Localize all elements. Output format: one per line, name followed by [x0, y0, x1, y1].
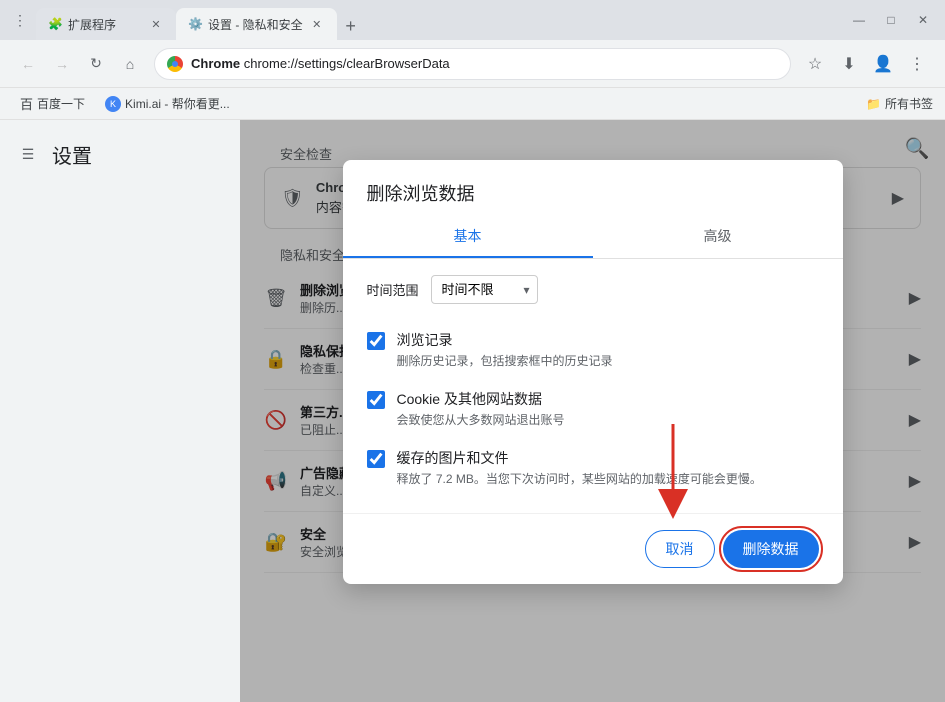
chrome-logo-icon [167, 56, 183, 72]
bookmark-kimi[interactable]: K Kimi.ai - 帮你看更... [97, 91, 238, 116]
checkbox-cookies-content: Cookie 及其他网站数据 会致使您从大多数网站退出账号 [397, 389, 565, 428]
clear-data-dialog: 删除浏览数据 基本 高级 时间范围 过去1小时 [343, 160, 843, 584]
settings-title: 设置 [52, 140, 92, 169]
puzzle-icon: 🧩 [48, 17, 62, 31]
menu-button[interactable]: ☰ [16, 143, 40, 167]
folder-icon: 📁 [866, 97, 881, 111]
red-arrow-indicator [643, 424, 703, 524]
tab-extensions-label: 扩展程序 [68, 16, 142, 33]
time-range-row: 时间范围 过去1小时 过去24小时 过去7天 过去4周 时间不限 [367, 275, 819, 304]
cancel-button[interactable]: 取消 [645, 530, 715, 568]
tab-advanced[interactable]: 高级 [593, 214, 843, 258]
time-range-label: 时间范围 [367, 280, 419, 299]
page-content: ☰ 设置 🔍 安全检查 🛡 Chrom... 内容需... '设置'页面 ▶ [0, 120, 945, 702]
bookmark-star-button[interactable]: ☆ [799, 48, 831, 80]
checkbox-cookies-desc: 会致使您从大多数网站退出账号 [397, 411, 565, 428]
delete-data-button[interactable]: 删除数据 [723, 530, 819, 568]
dialog-tab-bar: 基本 高级 [343, 214, 843, 259]
settings-sidebar: ☰ 设置 [0, 120, 240, 702]
address-text: Chrome chrome://settings/clearBrowserDat… [191, 56, 450, 71]
address-bar-icons: ☆ ⬇ 👤 ⋮ [799, 48, 933, 80]
tab-close-settings[interactable]: ✕ [309, 16, 325, 32]
bookmarks-bar: 百 百度一下 K Kimi.ai - 帮你看更... 📁 所有书签 [0, 88, 945, 120]
checkbox-item-history: 浏览记录 删除历史记录，包括搜索框中的历史记录 [367, 320, 819, 379]
back-button[interactable]: ← [12, 48, 44, 80]
reload-button[interactable]: ↻ [80, 48, 112, 80]
download-button[interactable]: ⬇ [833, 48, 865, 80]
checkbox-history[interactable] [367, 332, 385, 350]
profile-button[interactable]: 👤 [867, 48, 899, 80]
checkbox-cookies[interactable] [367, 391, 385, 409]
checkbox-item-cache: 缓存的图片和文件 释放了 7.2 MB。当您下次访问时，某些网站的加载速度可能会… [367, 438, 819, 497]
tab-basic[interactable]: 基本 [343, 214, 593, 258]
new-tab-button[interactable]: + [337, 12, 365, 40]
home-button[interactable]: ⌂ [114, 48, 146, 80]
bookmarks-right[interactable]: 📁 所有书签 [866, 95, 933, 112]
checkbox-cache-content: 缓存的图片和文件 释放了 7.2 MB。当您下次访问时，某些网站的加载速度可能会… [397, 448, 762, 487]
baidu-icon: 百 [20, 94, 33, 113]
tab-list-button[interactable]: ⋮ [8, 8, 32, 32]
title-bar-left: ⋮ [8, 8, 32, 32]
all-bookmarks-label: 所有书签 [885, 95, 933, 112]
close-button[interactable]: ✕ [909, 6, 937, 34]
checkbox-cookies-label: Cookie 及其他网站数据 [397, 389, 565, 409]
checkbox-item-cookies: Cookie 及其他网站数据 会致使您从大多数网站退出账号 [367, 379, 819, 438]
bookmark-baidu-label: 百度一下 [37, 95, 85, 112]
settings-main: 🔍 安全检查 🛡 Chrom... 内容需... '设置'页面 ▶ 隐私和安全 … [240, 120, 945, 702]
bookmark-kimi-label: Kimi.ai - 帮你看更... [125, 95, 230, 112]
address-bar: ← → ↻ ⌂ Chrome chrome://settings/clearBr… [0, 40, 945, 88]
tab-extensions[interactable]: 🧩 扩展程序 ✕ [36, 8, 176, 40]
address-field[interactable]: Chrome chrome://settings/clearBrowserDat… [154, 48, 791, 80]
forward-button[interactable]: → [46, 48, 78, 80]
dialog-footer: 取消 删除数据 [343, 513, 843, 584]
more-button[interactable]: ⋮ [901, 48, 933, 80]
bookmark-baidu[interactable]: 百 百度一下 [12, 90, 93, 117]
dialog-body: 时间范围 过去1小时 过去24小时 过去7天 过去4周 时间不限 [343, 259, 843, 513]
kimi-avatar-icon: K [105, 96, 121, 112]
settings-tab-icon: ⚙️ [188, 17, 202, 31]
settings-layout: ☰ 设置 🔍 安全检查 🛡 Chrom... 内容需... '设置'页面 ▶ [0, 120, 945, 702]
time-range-select[interactable]: 过去1小时 过去24小时 过去7天 过去4周 时间不限 [431, 275, 538, 304]
nav-buttons: ← → ↻ ⌂ [12, 48, 146, 80]
maximize-button[interactable]: □ [877, 6, 905, 34]
checkbox-history-content: 浏览记录 删除历史记录，包括搜索框中的历史记录 [397, 330, 613, 369]
checkbox-cache-desc: 释放了 7.2 MB。当您下次访问时，某些网站的加载速度可能会更慢。 [397, 470, 762, 487]
tab-settings[interactable]: ⚙️ 设置 - 隐私和安全 ✕ [176, 8, 337, 40]
tab-bar: 🧩 扩展程序 ✕ ⚙️ 设置 - 隐私和安全 ✕ + [36, 0, 841, 40]
settings-header: ☰ 设置 [0, 128, 240, 181]
checkbox-cache-label: 缓存的图片和文件 [397, 448, 762, 468]
title-bar: ⋮ 🧩 扩展程序 ✕ ⚙️ 设置 - 隐私和安全 ✕ + — □ ✕ [0, 0, 945, 40]
minimize-button[interactable]: — [845, 6, 873, 34]
checkbox-history-label: 浏览记录 [397, 330, 613, 350]
checkbox-cache[interactable] [367, 450, 385, 468]
checkbox-history-desc: 删除历史记录，包括搜索框中的历史记录 [397, 352, 613, 369]
time-range-select-wrapper: 过去1小时 过去24小时 过去7天 过去4周 时间不限 [431, 275, 538, 304]
window-controls: — □ ✕ [845, 6, 937, 34]
tab-close-extensions[interactable]: ✕ [148, 16, 164, 32]
modal-overlay: 删除浏览数据 基本 高级 时间范围 过去1小时 [240, 120, 945, 702]
browser-window: ⋮ 🧩 扩展程序 ✕ ⚙️ 设置 - 隐私和安全 ✕ + — □ ✕ ← [0, 0, 945, 702]
tab-settings-label: 设置 - 隐私和安全 [208, 16, 303, 33]
dialog-title: 删除浏览数据 [343, 160, 843, 206]
